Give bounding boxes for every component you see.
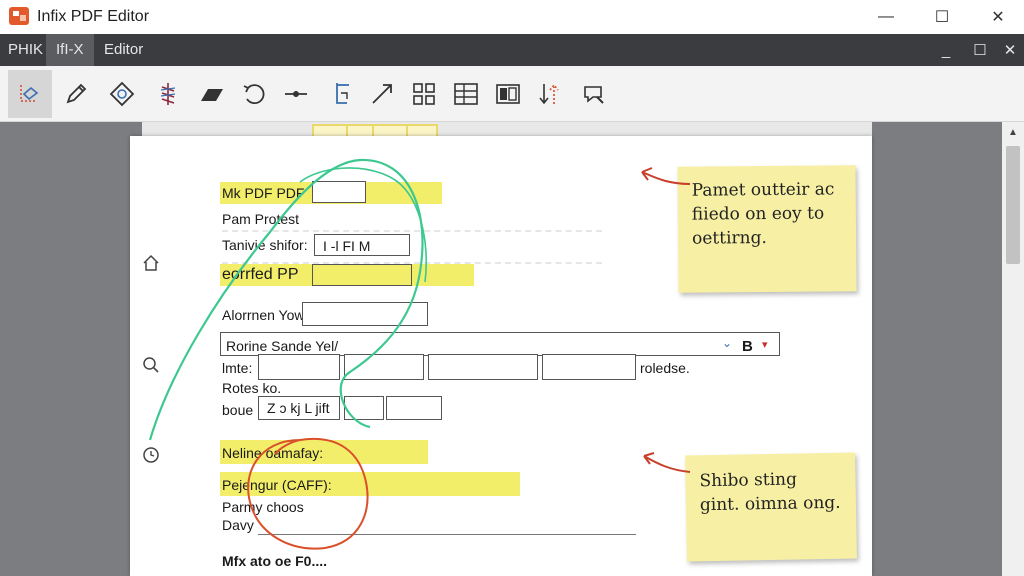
split-icon (539, 83, 559, 105)
sticky-note-2[interactable]: Shibo sting gint. oimna ong. (685, 452, 857, 562)
row2-field[interactable] (302, 302, 428, 326)
table-tool-button[interactable] (444, 70, 488, 118)
sticky-note-1-text: Pamet outteir ac fiiedo on eoy to oettir… (691, 179, 835, 249)
stamp-tool-button[interactable] (100, 70, 144, 118)
undo-icon (243, 84, 265, 104)
row3-dropdown-value[interactable]: B (742, 338, 753, 355)
eraser-icon (201, 89, 223, 101)
document-workspace: Mk PDF PDF Pam Protest Tanivie shifor: I… (0, 122, 1024, 576)
doc-close-icon: ✕ (1003, 42, 1017, 59)
table-icon (454, 83, 478, 105)
doc-restore-button[interactable]: ☐ (964, 34, 996, 66)
maximize-window-button[interactable]: ☐ (912, 0, 972, 34)
chevron-down-icon[interactable]: ⌄ (722, 336, 732, 350)
text-tool-button[interactable] (320, 70, 364, 118)
title-field[interactable] (312, 181, 366, 203)
toolbar (0, 66, 1024, 122)
minimize-window-button[interactable]: — (856, 0, 916, 34)
row5-label: Rotes ko. (222, 380, 282, 396)
row1-label: Tanivie shifor: (222, 237, 308, 253)
pencil-icon (66, 83, 87, 104)
grid-tool-button[interactable] (402, 70, 446, 118)
row6-field-1[interactable]: Z ɔ kj L jift (258, 396, 340, 420)
row4-field-2[interactable] (344, 354, 424, 380)
find-tool-button[interactable] (572, 70, 616, 118)
sticky-note-2-text: Shibo sting gint. oimna ong. (699, 469, 841, 516)
row3-label: Rorine Sande Yel/ (226, 338, 339, 354)
text-frame-icon (336, 83, 349, 104)
minimize-icon: — (878, 8, 894, 25)
sticky-note-1[interactable]: Pamet outteir ac fiiedo on eoy to oettir… (677, 165, 857, 293)
page-layout-icon (496, 84, 520, 104)
menu-item-1[interactable]: PHIK (2, 34, 49, 66)
row6-field-3[interactable] (386, 396, 442, 420)
home-icon[interactable] (140, 252, 162, 274)
row2-label: Alorrnen Yow (222, 307, 305, 323)
row4-label: lmte: (222, 360, 253, 376)
previous-page-edge (142, 122, 872, 136)
row6-label: boue (222, 402, 254, 418)
doc-close-button[interactable]: ✕ (994, 34, 1024, 66)
menu-item-editor[interactable]: Editor (98, 34, 149, 66)
line-icon (285, 91, 307, 97)
select-tool-button[interactable] (8, 70, 52, 118)
row4-suffix: roledse. (640, 360, 690, 376)
form-title: Mk PDF PDF (222, 185, 305, 201)
menu-bar: PHIK IfI-X Editor _ ☐ ✕ (0, 34, 1024, 66)
undo-tool-button[interactable] (232, 70, 276, 118)
row4-field-3[interactable] (428, 354, 538, 380)
scroll-thumb[interactable] (1006, 146, 1020, 264)
app-logo-icon (9, 7, 29, 25)
page-tool-button[interactable] (486, 70, 530, 118)
menu-item-2[interactable]: IfI-X (46, 34, 94, 66)
close-icon: ✕ (991, 9, 1005, 26)
grid-icon (413, 83, 435, 105)
select-tool-icon (20, 85, 39, 102)
form-subtitle: Pam Protest (222, 211, 300, 227)
stamp-icon (109, 81, 135, 107)
separator-1 (222, 230, 602, 232)
vertical-scrollbar[interactable]: ▲ (1002, 122, 1024, 576)
row1-field[interactable]: I -l FI M (314, 234, 410, 256)
section2-heading: Neline oamafay: (222, 445, 324, 461)
section1-field[interactable] (312, 264, 412, 286)
app-title: Infix PDF Editor (37, 8, 150, 25)
doc-restore-icon: ☐ (973, 42, 987, 59)
scroll-up-icon[interactable]: ▲ (1002, 122, 1024, 142)
line-tool-button[interactable] (274, 70, 318, 118)
row6-field-2[interactable] (344, 396, 384, 420)
row4-field-1[interactable] (258, 354, 340, 380)
split-tool-button[interactable] (528, 70, 572, 118)
footer-text: Mfx ato oe F0.... (222, 553, 328, 569)
dropdown-arrow-icon[interactable]: ▾ (762, 338, 768, 351)
section1-heading: eorrfed PP (222, 266, 299, 283)
arrow-icon (372, 84, 392, 104)
doc-minimize-icon: _ (941, 41, 951, 59)
row7-label: Parmy choos (222, 499, 304, 515)
search-icon (584, 86, 604, 104)
highlight-tool-button[interactable] (146, 70, 190, 118)
row4-field-4[interactable] (542, 354, 636, 380)
maximize-icon: ☐ (934, 9, 950, 26)
row8-label: Davy (222, 517, 254, 533)
pdf-page: Mk PDF PDF Pam Protest Tanivie shifor: I… (130, 136, 872, 576)
zoom-icon[interactable] (140, 354, 162, 376)
clock-icon[interactable] (140, 444, 162, 466)
close-window-button[interactable]: ✕ (968, 0, 1024, 34)
pencil-tool-button[interactable] (54, 70, 98, 118)
title-bar: Infix PDF Editor — ☐ ✕ (0, 0, 1024, 34)
eraser-tool-button[interactable] (190, 70, 234, 118)
highlight-icon (160, 83, 176, 105)
section3-heading: Pejengur (CAFF): (222, 477, 332, 493)
row8-field-line[interactable] (258, 534, 636, 535)
doc-minimize-button[interactable]: _ (930, 34, 962, 66)
arrow-tool-button[interactable] (360, 70, 404, 118)
